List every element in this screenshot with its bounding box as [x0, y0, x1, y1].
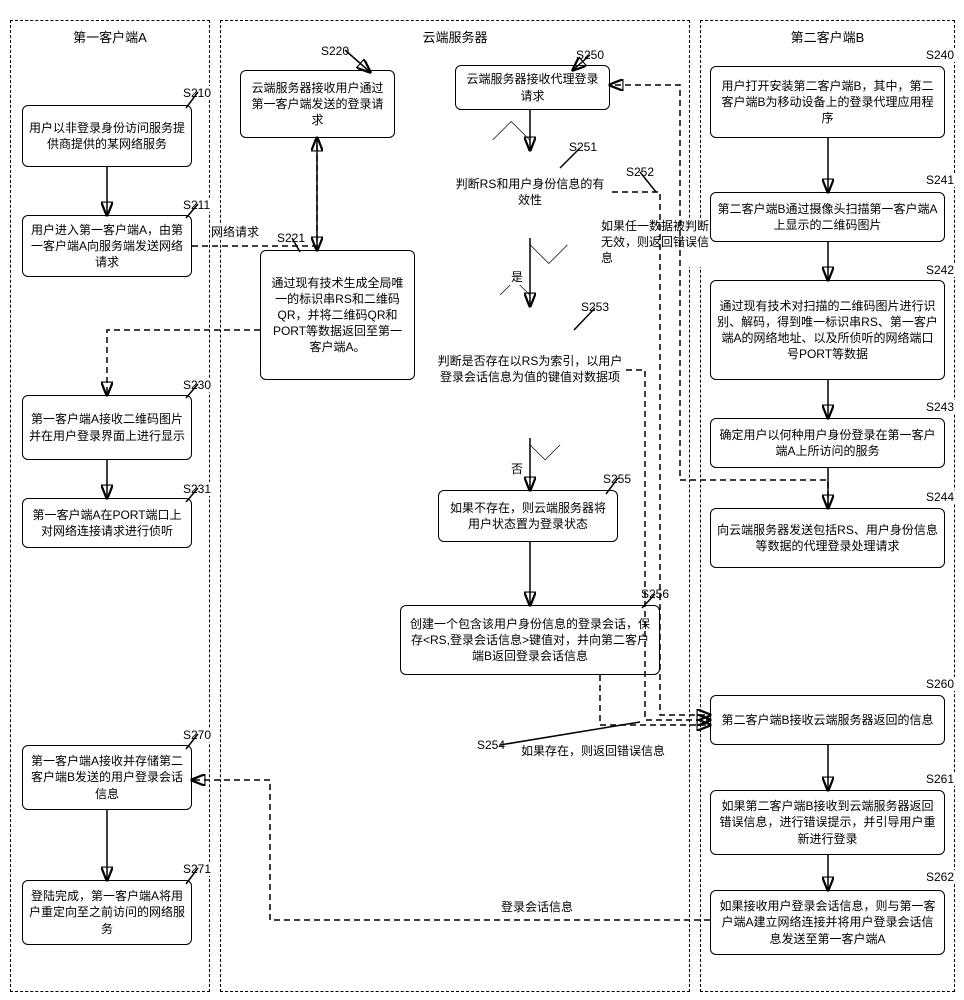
step-s260: 第二客户端B接收云端服务器返回的信息 [710, 695, 945, 745]
tag-s256: S256 [640, 587, 670, 601]
step-s270: 第一客户端A接收并存储第二客户端B发送的用户登录会话信息 [22, 745, 192, 810]
tag-s252: S252 [625, 165, 655, 179]
step-s260-text: 第二客户端B接收云端服务器返回的信息 [721, 712, 933, 728]
tag-s231: S231 [182, 482, 212, 496]
tag-s262: S262 [925, 870, 955, 884]
step-s210-text: 用户以非登录身份访问服务提供商提供的某网络服务 [29, 120, 185, 152]
edge-login-session: 登录会话信息 [500, 898, 574, 915]
step-s243: 确定用户以何种用户身份登录在第一客户端A上所访问的服务 [710, 418, 945, 468]
step-s256-text: 创建一个包含该用户身份信息的登录会话，保存<RS,登录会话信息>键值对，并向第二… [407, 616, 653, 665]
tag-s271: S271 [182, 862, 212, 876]
step-s230: 第一客户端A接收二维码图片并在用户登录界面上进行显示 [22, 395, 192, 460]
tag-s250: S250 [575, 48, 605, 62]
step-s221-text: 通过现有技术生成全局唯一的标识串RS和二维码QR，并将二维码QR和PORT等数据… [267, 275, 408, 356]
step-s231-text: 第一客户端A在PORT端口上对网络连接请求进行侦听 [29, 507, 185, 539]
step-s253-text: 判断是否存在以RS为索引，以用户登录会话信息为值的键值对数据项 [425, 354, 635, 385]
step-s244: 向云端服务器发送包括RS、用户身份信息等数据的代理登录处理请求 [710, 508, 945, 568]
step-s253: 判断是否存在以RS为索引，以用户登录会话信息为值的键值对数据项 [425, 295, 635, 445]
tag-s210: S210 [182, 86, 212, 100]
step-s255-text: 如果不存在，则云端服务器将用户状态置为登录状态 [445, 500, 611, 532]
step-s244-text: 向云端服务器发送包括RS、用户身份信息等数据的代理登录处理请求 [717, 522, 938, 554]
step-s261-text: 如果第二客户端B接收到云端服务器返回错误信息，进行错误提示，并引导用户重新进行登… [717, 798, 938, 847]
step-s240-text: 用户打开安装第二客户端B，其中，第二客户端B为移动设备上的登录代理应用程序 [717, 78, 938, 127]
step-s261: 如果第二客户端B接收到云端服务器返回错误信息，进行错误提示，并引导用户重新进行登… [710, 790, 945, 855]
step-s211-text: 用户进入第一客户端A，由第一客户端A向服务端发送网络请求 [29, 222, 185, 271]
step-s240: 用户打开安装第二客户端B，其中，第二客户端B为移动设备上的登录代理应用程序 [710, 66, 945, 138]
note-s252: 如果任一数据被判断无效，则返回错误信息 [600, 218, 710, 267]
tag-s270: S270 [182, 728, 212, 742]
tag-s220: S220 [320, 44, 350, 58]
step-s211: 用户进入第一客户端A，由第一客户端A向服务端发送网络请求 [22, 215, 192, 277]
tag-s260: S260 [925, 677, 955, 691]
tag-s244: S244 [925, 490, 955, 504]
tag-s254: S254 [476, 738, 506, 752]
tag-s253: S253 [580, 300, 610, 314]
step-s241-text: 第二客户端B通过摄像头扫描第一客户端A上显示的二维码图片 [717, 201, 938, 233]
tag-s221: S221 [276, 231, 306, 245]
step-s255: 如果不存在，则云端服务器将用户状态置为登录状态 [438, 490, 618, 542]
step-s230-text: 第一客户端A接收二维码图片并在用户登录界面上进行显示 [29, 411, 185, 443]
tag-s251: S251 [568, 140, 598, 154]
edge-netrequest: 网络请求 [210, 223, 260, 240]
tag-s241: S241 [925, 173, 955, 187]
step-s256: 创建一个包含该用户身份信息的登录会话，保存<RS,登录会话信息>键值对，并向第二… [400, 605, 660, 675]
tag-s243: S243 [925, 400, 955, 414]
step-s250: 云端服务器接收代理登录请求 [455, 65, 610, 110]
step-s270-text: 第一客户端A接收并存储第二客户端B发送的用户登录会话信息 [29, 753, 185, 802]
note-s254: 如果存在，则返回错误信息 [520, 743, 666, 759]
tag-s211: S211 [182, 198, 211, 212]
step-s231: 第一客户端A在PORT端口上对网络连接请求进行侦听 [22, 498, 192, 548]
step-s250-text: 云端服务器接收代理登录请求 [462, 71, 603, 103]
step-s271-text: 登陆完成，第一客户端A将用户重定向至之前访问的网络服务 [29, 888, 185, 937]
step-s243-text: 确定用户以何种用户身份登录在第一客户端A上所访问的服务 [717, 427, 938, 459]
lane-title-server: 云端服务器 [221, 27, 689, 46]
tag-s242: S242 [925, 263, 955, 277]
step-s210: 用户以非登录身份访问服务提供商提供的某网络服务 [22, 105, 192, 167]
step-s271: 登陆完成，第一客户端A将用户重定向至之前访问的网络服务 [22, 880, 192, 945]
step-s262-text: 如果接收用户登录会话信息，则与第一客户端A建立网络连接并将用户登录会话信息发送至… [717, 898, 938, 947]
step-s220-text: 云端服务器接收用户通过第一客户端发送的登录请求 [247, 80, 388, 129]
lane-title-a: 第一客户端A [11, 27, 209, 46]
step-s242: 通过现有技术对扫描的二维码图片进行识别、解码，得到唯一标识串RS、第一客户端A的… [710, 280, 945, 380]
tag-s230: S230 [182, 378, 212, 392]
tag-s261: S261 [925, 772, 955, 786]
step-s251-text: 判断RS和用户身份信息的有效性 [440, 177, 620, 208]
lane-title-b: 第二客户端B [701, 27, 954, 46]
step-s241: 第二客户端B通过摄像头扫描第一客户端A上显示的二维码图片 [710, 192, 945, 242]
step-s251: 判断RS和用户身份信息的有效性 [440, 140, 620, 245]
tag-s240: S240 [925, 48, 955, 62]
edge-no: 否 [510, 460, 524, 477]
step-s242-text: 通过现有技术对扫描的二维码图片进行识别、解码，得到唯一标识串RS、第一客户端A的… [717, 298, 938, 363]
step-s262: 如果接收用户登录会话信息，则与第一客户端A建立网络连接并将用户登录会话信息发送至… [710, 890, 945, 955]
step-s220: 云端服务器接收用户通过第一客户端发送的登录请求 [240, 70, 395, 138]
edge-yes: 是 [510, 268, 524, 285]
step-s221: 通过现有技术生成全局唯一的标识串RS和二维码QR，并将二维码QR和PORT等数据… [260, 250, 415, 380]
tag-s255: S255 [602, 472, 632, 486]
